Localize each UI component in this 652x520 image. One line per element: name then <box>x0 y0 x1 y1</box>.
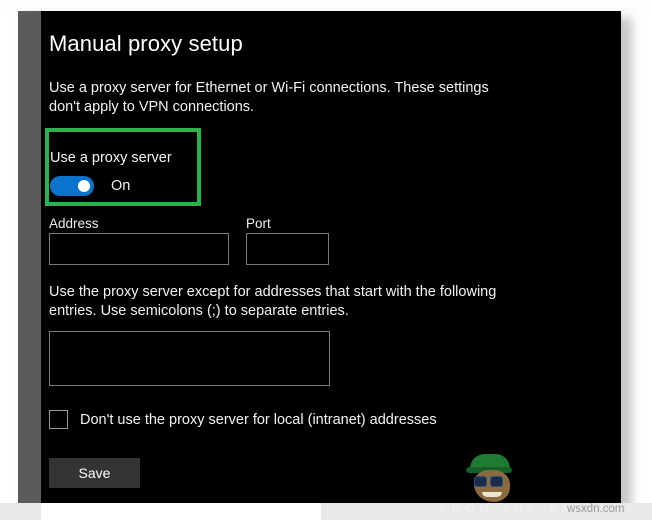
proxy-toggle-state: On <box>111 178 131 194</box>
intro-description: Use a proxy server for Ethernet or Wi-Fi… <box>49 80 489 115</box>
address-input[interactable] <box>49 233 229 265</box>
settings-left-rail <box>18 11 41 505</box>
port-label: Port <box>246 216 271 231</box>
page-title: Manual proxy setup <box>49 31 243 56</box>
window-top-edge <box>0 0 652 11</box>
local-bypass-row[interactable]: Don't use the proxy server for local (in… <box>49 410 437 429</box>
window-left-edge <box>0 11 18 520</box>
mascot-logo-icon <box>462 452 524 504</box>
panel-content: Manual proxy setup Use a proxy server fo… <box>41 11 621 505</box>
toggle-knob <box>78 180 90 192</box>
mascot-glasses-right <box>490 476 503 487</box>
mascot-glasses-left <box>474 476 487 487</box>
watermark-site: wsxdn.com <box>567 503 625 515</box>
proxy-toggle-label: Use a proxy server <box>50 150 172 166</box>
exceptions-input[interactable] <box>49 331 330 386</box>
manual-proxy-setup-panel: Manual proxy setup Use a proxy server fo… <box>41 11 621 505</box>
proxy-toggle-row[interactable]: On <box>50 176 130 196</box>
address-label: Address <box>49 216 99 231</box>
save-button[interactable]: Save <box>49 458 140 488</box>
local-bypass-label: Don't use the proxy server for local (in… <box>80 411 437 428</box>
local-bypass-checkbox[interactable] <box>49 410 68 429</box>
use-proxy-server-toggle[interactable] <box>50 176 94 196</box>
watermark-band-left <box>41 503 321 520</box>
screenshot-root: Manual proxy setup Use a proxy server fo… <box>0 0 652 520</box>
port-input[interactable] <box>246 233 329 265</box>
mascot-mouth <box>482 492 502 497</box>
exceptions-description: Use the proxy server except for addresse… <box>49 284 497 319</box>
